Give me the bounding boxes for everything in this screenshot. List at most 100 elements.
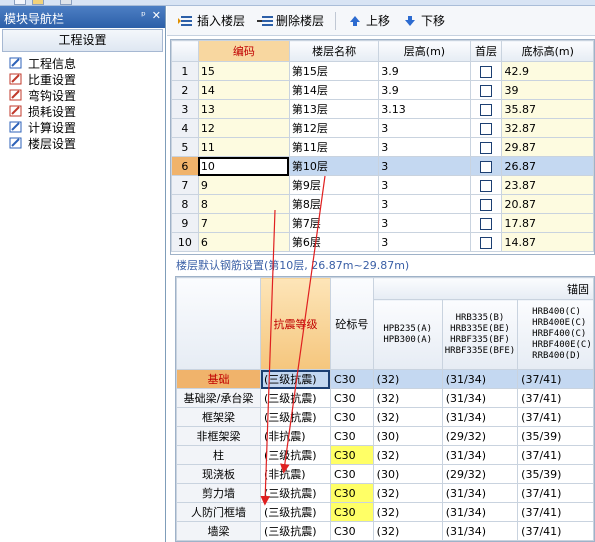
- base-elevation-cell[interactable]: 26.87: [501, 156, 594, 176]
- floor-name-cell[interactable]: 第7层: [288, 213, 380, 233]
- anchorage-hrb335-cell[interactable]: (31/34): [441, 369, 519, 389]
- anchorage-hrb400-cell[interactable]: (37/41): [517, 445, 594, 465]
- floor-row[interactable]: 3 13 第13层 3.13 35.87: [171, 99, 594, 119]
- floor-row[interactable]: 4 12 第12层 3 32.87: [171, 118, 594, 138]
- floor-height-cell[interactable]: 3: [378, 213, 471, 233]
- seismic-level-cell[interactable]: (三级抗震): [260, 502, 331, 522]
- col-header-height[interactable]: 层高(m): [378, 40, 471, 62]
- anchorage-hrb400-cell[interactable]: (37/41): [517, 407, 594, 427]
- anchorage-hpb-cell[interactable]: (32): [372, 483, 443, 503]
- rebar-row[interactable]: 基础梁/承台梁 (三级抗震) C30 (32) (31/34) (37/41): [176, 388, 594, 408]
- floor-code-cell[interactable]: 8: [197, 194, 290, 214]
- floor-height-cell[interactable]: 3: [378, 175, 471, 195]
- anchorage-hrb335-cell[interactable]: (31/34): [441, 407, 519, 427]
- component-cell[interactable]: 基础: [176, 369, 261, 389]
- anchorage-hrb335-cell[interactable]: (31/34): [441, 521, 519, 541]
- floor-code-cell[interactable]: 9: [197, 175, 290, 195]
- floor-code-cell[interactable]: 15: [197, 61, 290, 81]
- anchorage-hrb400-cell[interactable]: (37/41): [517, 521, 594, 541]
- anchorage-hpb-cell[interactable]: (32): [372, 388, 443, 408]
- move-up-button[interactable]: 上移: [342, 10, 395, 32]
- nav-item-info[interactable]: 工程信息: [0, 55, 165, 71]
- row-number[interactable]: 10: [171, 232, 199, 252]
- anchorage-hpb-cell[interactable]: (30): [372, 464, 443, 484]
- floor-name-cell[interactable]: 第8层: [288, 194, 380, 214]
- anchorage-hrb335-cell[interactable]: (29/32): [441, 426, 519, 446]
- col-header-hrb335[interactable]: HRB335(B) HRB335E(BE) HRBF335(BF) HRBF33…: [441, 299, 519, 370]
- concrete-grade-cell[interactable]: C30: [329, 464, 374, 484]
- rebar-row[interactable]: 柱 (三级抗震) C30 (32) (31/34) (37/41): [176, 445, 594, 465]
- floor-name-cell[interactable]: 第14层: [288, 80, 380, 100]
- base-elevation-cell[interactable]: 17.87: [501, 213, 594, 233]
- rebar-row[interactable]: 墙梁 (三级抗震) C30 (32) (31/34) (37/41): [176, 521, 594, 541]
- col-header-name[interactable]: 楼层名称: [288, 40, 380, 62]
- anchorage-hpb-cell[interactable]: (32): [372, 369, 443, 389]
- col-header-concrete[interactable]: 砼标号: [329, 277, 374, 370]
- anchorage-hrb400-cell[interactable]: (35/39): [517, 426, 594, 446]
- first-floor-checkbox[interactable]: [480, 236, 493, 249]
- anchorage-hrb400-cell[interactable]: (37/41): [517, 502, 594, 522]
- row-number[interactable]: 8: [171, 194, 199, 214]
- delete-floor-button[interactable]: 删除楼层: [252, 10, 329, 32]
- floor-row[interactable]: 6 10 第10层 3 26.87: [171, 156, 594, 176]
- seismic-level-cell[interactable]: (三级抗震): [260, 369, 331, 389]
- rebar-row[interactable]: 非框架梁 (非抗震) C30 (30) (29/32) (35/39): [176, 426, 594, 446]
- row-number[interactable]: 9: [171, 213, 199, 233]
- first-floor-checkbox[interactable]: [480, 141, 493, 154]
- nav-section-header[interactable]: 工程设置: [2, 29, 163, 52]
- rebar-row[interactable]: 人防门框墙 (三级抗震) C30 (32) (31/34) (37/41): [176, 502, 594, 522]
- floor-row[interactable]: 2 14 第14层 3.9 39: [171, 80, 594, 100]
- seismic-level-cell[interactable]: (非抗震): [260, 426, 331, 446]
- floor-height-cell[interactable]: 3: [378, 156, 471, 176]
- pin-icon[interactable]: ᵖ: [141, 10, 146, 22]
- base-elevation-cell[interactable]: 29.87: [501, 137, 594, 157]
- concrete-grade-cell[interactable]: C30: [329, 502, 374, 522]
- first-floor-checkbox[interactable]: [480, 198, 493, 211]
- base-elevation-cell[interactable]: 39: [501, 80, 594, 100]
- floor-name-cell[interactable]: 第11层: [288, 137, 380, 157]
- close-icon[interactable]: ✕: [152, 10, 161, 22]
- anchorage-hpb-cell[interactable]: (32): [372, 407, 443, 427]
- anchorage-hrb335-cell[interactable]: (29/32): [441, 464, 519, 484]
- rebar-row[interactable]: 剪力墙 (三级抗震) C30 (32) (31/34) (37/41): [176, 483, 594, 503]
- first-floor-checkbox[interactable]: [480, 160, 493, 173]
- row-number[interactable]: 7: [171, 175, 199, 195]
- component-cell[interactable]: 柱: [176, 445, 261, 465]
- floor-code-cell[interactable]: 14: [197, 80, 290, 100]
- concrete-grade-cell[interactable]: C30: [329, 445, 374, 465]
- floor-name-cell[interactable]: 第12层: [288, 118, 380, 138]
- anchorage-hpb-cell[interactable]: (32): [372, 445, 443, 465]
- floor-code-cell[interactable]: 10: [197, 156, 290, 176]
- floor-row[interactable]: 7 9 第9层 3 23.87: [171, 175, 594, 195]
- floor-height-cell[interactable]: 3: [378, 118, 471, 138]
- row-number[interactable]: 2: [171, 80, 199, 100]
- floor-height-cell[interactable]: 3.13: [378, 99, 471, 119]
- seismic-level-cell[interactable]: (三级抗震): [260, 445, 331, 465]
- concrete-grade-cell[interactable]: C30: [329, 521, 374, 541]
- floor-name-cell[interactable]: 第13层: [288, 99, 380, 119]
- row-number[interactable]: 5: [171, 137, 199, 157]
- floor-height-cell[interactable]: 3: [378, 232, 471, 252]
- floor-height-cell[interactable]: 3: [378, 137, 471, 157]
- base-elevation-cell[interactable]: 14.87: [501, 232, 594, 252]
- base-elevation-cell[interactable]: 42.9: [501, 61, 594, 81]
- anchorage-hpb-cell[interactable]: (32): [372, 521, 443, 541]
- anchorage-hpb-cell[interactable]: (30): [372, 426, 443, 446]
- seismic-level-cell[interactable]: (三级抗震): [260, 483, 331, 503]
- concrete-grade-cell[interactable]: C30: [329, 483, 374, 503]
- move-down-button[interactable]: 下移: [397, 10, 450, 32]
- floor-code-cell[interactable]: 13: [197, 99, 290, 119]
- floor-row[interactable]: 5 11 第11层 3 29.87: [171, 137, 594, 157]
- component-cell[interactable]: 现浇板: [176, 464, 261, 484]
- col-header-code[interactable]: 编码: [197, 40, 290, 62]
- floor-code-cell[interactable]: 11: [197, 137, 290, 157]
- row-number[interactable]: 6: [171, 156, 199, 176]
- floor-name-cell[interactable]: 第6层: [288, 232, 380, 252]
- anchorage-hrb335-cell[interactable]: (31/34): [441, 388, 519, 408]
- nav-item-calc[interactable]: 计算设置: [0, 119, 165, 135]
- base-elevation-cell[interactable]: 23.87: [501, 175, 594, 195]
- concrete-grade-cell[interactable]: C30: [329, 407, 374, 427]
- first-floor-checkbox[interactable]: [480, 103, 493, 116]
- nav-item-loss[interactable]: 损耗设置: [0, 103, 165, 119]
- nav-item-hook[interactable]: 弯钩设置: [0, 87, 165, 103]
